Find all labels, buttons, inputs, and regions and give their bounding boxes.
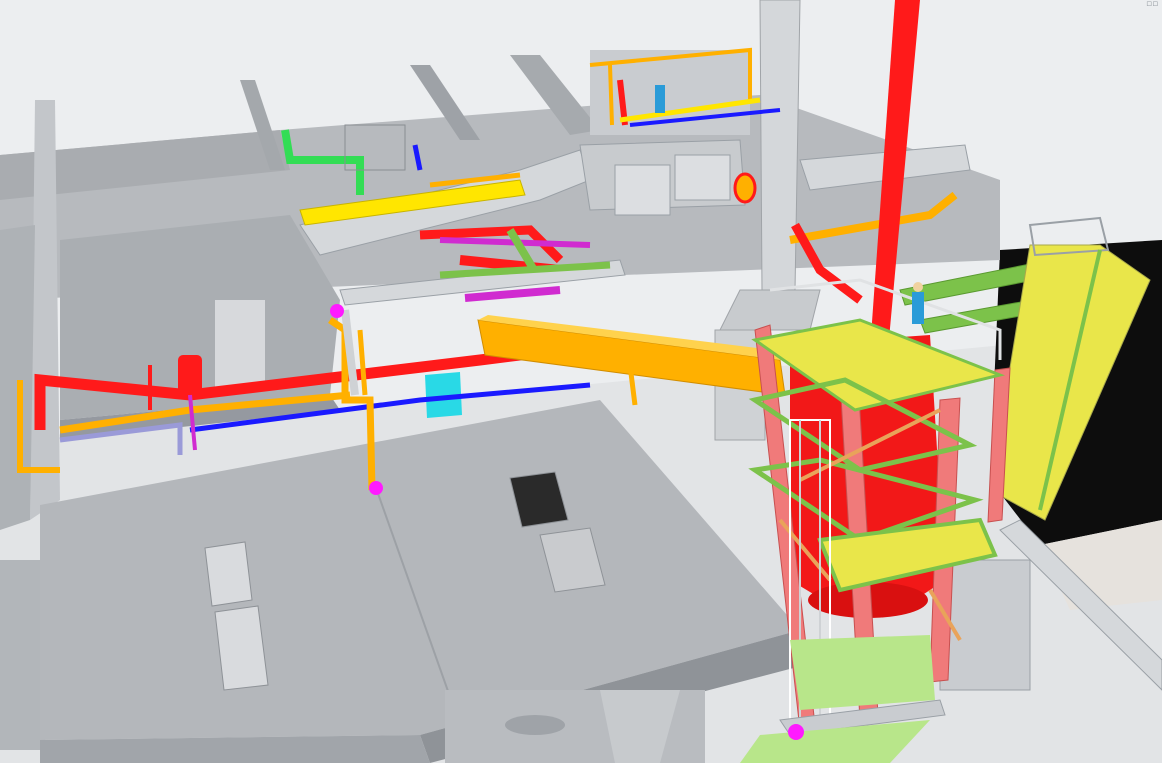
grey-box-right [939, 559, 1031, 691]
roof-hatch-2 [214, 605, 269, 691]
worker-figure [912, 292, 924, 324]
red-valve-left [178, 355, 202, 395]
left-wall-face [0, 225, 35, 530]
plant-3d-scene[interactable] [0, 0, 1162, 763]
left-lower-wall [0, 560, 45, 750]
equipment-box-left [215, 300, 265, 390]
duct-box-1 [614, 164, 671, 216]
worker-head [913, 282, 923, 292]
worker-figure-upper [655, 85, 665, 113]
orange-vessel-small [733, 172, 757, 204]
left-wall-column [30, 100, 60, 520]
node-marker-2[interactable] [369, 481, 383, 495]
lower-tank-top [505, 715, 565, 735]
view-corner-icon[interactable]: ▫▫ [1146, 0, 1158, 9]
node-marker-1[interactable] [330, 304, 344, 318]
node-marker-3[interactable] [788, 724, 804, 740]
upper-orange-post [608, 64, 614, 126]
duct-box-2 [674, 154, 731, 201]
model-viewport[interactable]: ▫▫ [0, 0, 1162, 763]
vessel-base-green [790, 635, 935, 710]
grey-stack [759, 0, 801, 291]
roof-hatch-1 [204, 541, 253, 607]
